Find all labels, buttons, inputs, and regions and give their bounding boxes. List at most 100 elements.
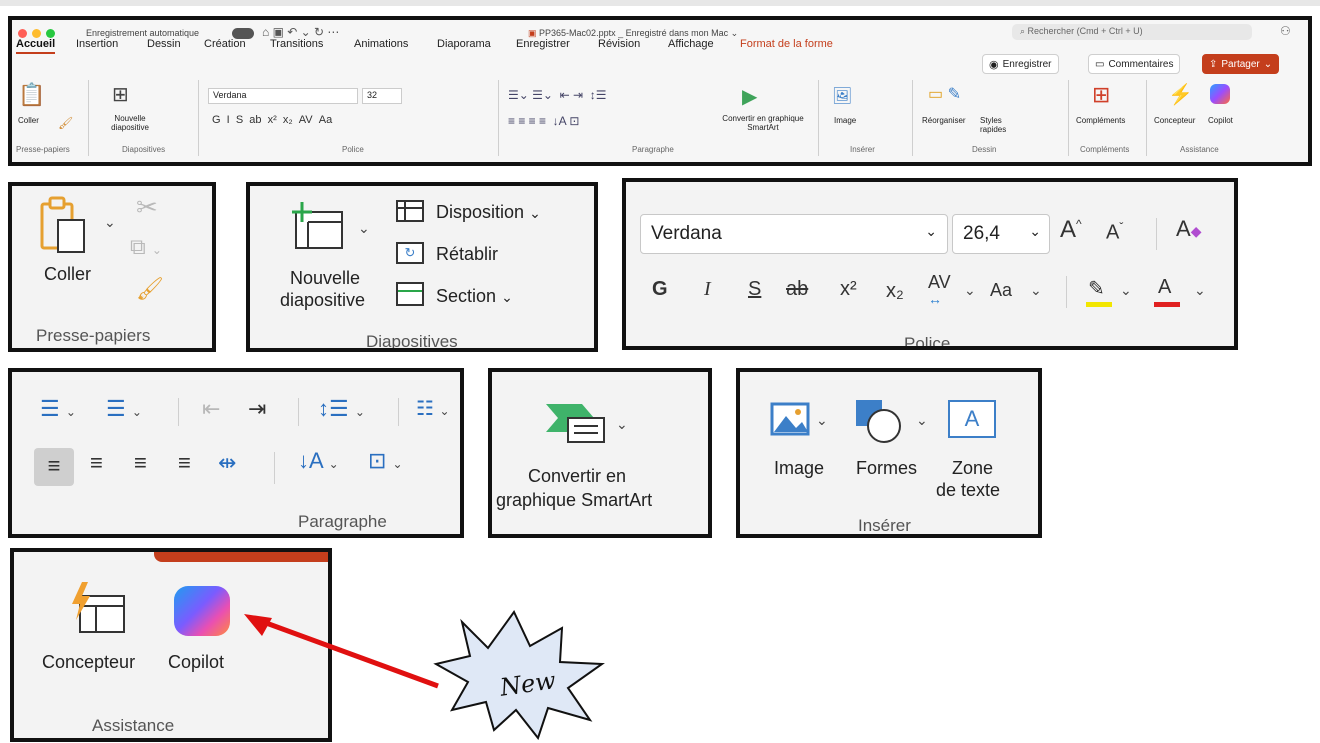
decrease-font-size-icon[interactable]: Aˇ — [1106, 220, 1123, 245]
bullets-button[interactable]: ☰ ⌄ — [40, 396, 76, 422]
image-button[interactable]: Image — [834, 116, 856, 125]
quick-styles-button[interactable]: Styles rapides — [980, 116, 1016, 134]
increase-font-size-icon[interactable]: A^ — [1060, 216, 1082, 244]
shapes-icon[interactable] — [852, 396, 908, 446]
tab-accueil[interactable]: Accueil — [16, 38, 56, 54]
quick-access-icons[interactable]: ⌂ ▣ ↶ ⌄ ↻ ⋯ — [262, 25, 339, 39]
paste-button[interactable]: Coller — [18, 116, 39, 125]
paragraph-icons[interactable]: ☰⌄ ☰⌄ ⇤ ⇥ ↕☰ — [508, 88, 607, 102]
decrease-indent-button[interactable]: ⇤ — [202, 396, 220, 422]
smartart-icon[interactable] — [544, 400, 608, 446]
copilot-icon-small[interactable] — [1210, 84, 1230, 104]
reset-button[interactable]: Rétablir — [436, 244, 498, 265]
smartart-label-1[interactable]: Convertir en — [528, 466, 626, 487]
image-icon[interactable]: 🖼 — [832, 86, 852, 106]
tab-diaporama[interactable]: Diaporama — [437, 38, 491, 50]
cut-icon[interactable]: ✂ — [136, 192, 158, 223]
minimize-window-button[interactable] — [32, 29, 41, 38]
tab-transitions[interactable]: Transitions — [270, 38, 323, 50]
image-icon[interactable] — [770, 402, 810, 436]
text-direction-button[interactable]: ↓A ⌄ — [298, 448, 339, 474]
record-button[interactable]: ◉ Enregistrer — [982, 54, 1059, 74]
search-box[interactable]: ⌕ Rechercher (Cmd + Ctrl + U) — [1012, 24, 1252, 40]
new-slide-dropdown-chevron[interactable]: ⌄ — [358, 220, 370, 237]
smartart-label-2[interactable]: graphique SmartArt — [496, 490, 652, 511]
numbering-button[interactable]: ☰ ⌄ — [106, 396, 142, 422]
copy-icon[interactable]: ⧉ ⌄ — [130, 234, 162, 260]
paste-icon[interactable] — [40, 196, 88, 256]
superscript-button[interactable]: x² — [840, 278, 857, 301]
new-slide-icon[interactable]: ⊞ — [112, 82, 129, 107]
shapes-dropdown-chevron[interactable]: ⌄ — [916, 412, 928, 429]
font-size-select[interactable]: 32 — [362, 88, 402, 104]
new-slide-label-2[interactable]: diapositive — [280, 290, 365, 311]
line-spacing-button[interactable]: ↕☰ ⌄ — [318, 396, 365, 422]
textbox-label-2[interactable]: de texte — [936, 480, 1000, 501]
smartart-icon[interactable]: ▶ — [742, 84, 757, 109]
distributed-button[interactable]: ⇹ — [218, 450, 236, 476]
tab-dessin[interactable]: Dessin — [147, 38, 181, 50]
paste-label[interactable]: Coller — [44, 264, 91, 285]
designer-label[interactable]: Concepteur — [42, 652, 135, 673]
font-format-icons[interactable]: G I S ab x² x₂ AV Aa — [212, 114, 332, 126]
section-button[interactable]: Section ⌄ — [436, 286, 513, 307]
smartart-button[interactable]: Convertir en graphique SmartArt — [718, 114, 808, 132]
alignment-icons[interactable]: ≡ ≡ ≡ ≡ ↓A ⊡ — [508, 114, 579, 128]
align-left-button[interactable]: ≡ — [34, 448, 74, 486]
copilot-button-small[interactable]: Copilot — [1208, 116, 1233, 125]
change-case-button[interactable]: Aa — [990, 280, 1012, 301]
arrange-button[interactable]: Réorganiser — [922, 116, 966, 125]
align-right-button[interactable]: ≡ — [134, 450, 147, 476]
image-dropdown-chevron[interactable]: ⌄ — [816, 412, 828, 429]
zoom-window-button[interactable] — [46, 29, 55, 38]
textbox-icon[interactable]: A — [948, 400, 996, 438]
copilot-icon[interactable] — [174, 586, 230, 636]
designer-icon-small[interactable]: ⚡ — [1168, 82, 1193, 107]
italic-button[interactable]: I — [704, 278, 711, 301]
new-slide-label-1[interactable]: Nouvelle — [290, 268, 360, 289]
font-name-select[interactable]: Verdana ⌄ — [640, 214, 948, 254]
clear-formatting-icon[interactable]: A◆ — [1176, 216, 1201, 242]
textbox-label-1[interactable]: Zone — [952, 458, 993, 479]
comments-button[interactable]: ▭ Commentaires — [1088, 54, 1181, 74]
layout-button[interactable]: Disposition ⌄ — [436, 202, 541, 223]
tab-insertion[interactable]: Insertion — [76, 38, 118, 50]
tab-animations[interactable]: Animations — [354, 38, 408, 50]
align-text-button[interactable]: ⊡ ⌄ — [368, 448, 403, 474]
highlight-color-chevron[interactable]: ⌄ — [1120, 282, 1132, 299]
layout-icon[interactable] — [396, 200, 424, 222]
tab-affichage[interactable]: Affichage — [668, 38, 714, 50]
smartart-dropdown-chevron[interactable]: ⌄ — [616, 416, 628, 433]
drawing-icons[interactable]: ▭ ✎ — [928, 84, 961, 104]
tab-format-forme[interactable]: Format de la forme — [740, 38, 833, 50]
increase-indent-button[interactable]: ⇥ — [248, 396, 266, 422]
font-size-select[interactable]: 26,4 ⌄ — [952, 214, 1050, 254]
section-icon[interactable] — [396, 282, 424, 306]
new-slide-icon[interactable] — [288, 200, 348, 252]
designer-button-small[interactable]: Concepteur — [1154, 116, 1195, 125]
close-window-button[interactable] — [18, 29, 27, 38]
change-case-chevron[interactable]: ⌄ — [1030, 282, 1042, 299]
account-icon[interactable]: ⚇ — [1280, 24, 1291, 38]
format-painter-icon[interactable]: 🖌 — [136, 276, 164, 302]
shapes-label[interactable]: Formes — [856, 458, 917, 479]
char-spacing-chevron[interactable]: ⌄ — [964, 282, 976, 299]
font-color-button[interactable]: A — [1158, 276, 1171, 299]
justify-button[interactable]: ≡ — [178, 450, 191, 476]
addins-button[interactable]: Compléments — [1076, 116, 1125, 125]
subscript-button[interactable]: x₂ — [886, 280, 904, 303]
image-label[interactable]: Image — [774, 458, 824, 479]
char-spacing-button[interactable]: AV ↔ — [928, 273, 951, 307]
strikethrough-button[interactable]: ab — [786, 278, 808, 301]
designer-icon[interactable] — [68, 580, 128, 636]
reset-icon[interactable]: ↻ — [396, 242, 424, 264]
highlight-color-button[interactable]: ✎ — [1088, 276, 1105, 301]
share-button[interactable]: ⇪ Partager ⌄ — [1202, 54, 1280, 74]
tab-creation[interactable]: Création — [204, 38, 246, 50]
align-center-button[interactable]: ≡ — [90, 450, 103, 476]
tab-revision[interactable]: Révision — [598, 38, 640, 50]
columns-button[interactable]: ☷ ⌄ — [416, 396, 450, 421]
addins-icon[interactable]: ⊞ — [1092, 82, 1110, 108]
paste-dropdown-chevron[interactable]: ⌄ — [104, 214, 116, 231]
font-color-chevron[interactable]: ⌄ — [1194, 282, 1206, 299]
